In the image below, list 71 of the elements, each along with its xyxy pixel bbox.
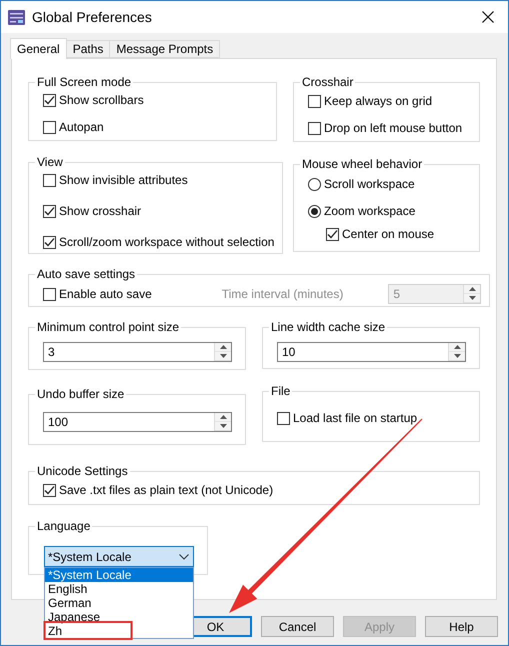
checkbox-label: Show invisible attributes [59, 173, 188, 187]
group-title: Undo buffer size [36, 387, 126, 401]
checkbox[interactable] [43, 174, 56, 186]
group-title: Unicode Settings [36, 464, 129, 478]
down-triangle-icon [220, 354, 226, 358]
up-triangle-icon [220, 345, 226, 349]
checkbox[interactable] [43, 120, 56, 134]
down-triangle-icon [468, 296, 476, 300]
dialog-button[interactable]: Cancel [261, 616, 334, 637]
language-dropdown[interactable]: *System Locale [44, 546, 194, 567]
check-icon [44, 484, 55, 496]
window-title: Global Preferences [32, 9, 153, 25]
checkbox[interactable] [308, 94, 321, 108]
number-field[interactable]: 100 [43, 412, 232, 432]
group-title: Full Screen mode [36, 75, 132, 89]
checkbox-label: Show scrollbars [59, 93, 144, 107]
checkbox-label: Show crosshair [59, 204, 142, 218]
number-field[interactable]: 10 [277, 342, 466, 362]
group-title: Line width cache size [270, 320, 386, 334]
spin-up-button[interactable] [215, 413, 231, 422]
tab[interactable]: General [10, 38, 67, 59]
group-title: Language [36, 519, 92, 533]
down-triangle-icon [454, 354, 460, 358]
check-icon [44, 236, 55, 248]
radio-label: Scroll workspace [324, 177, 415, 191]
checkbox-label: Autopan [59, 120, 104, 134]
number-field[interactable]: 3 [43, 342, 232, 362]
close-icon [482, 11, 494, 23]
checkbox-label: Drop on left mouse button [324, 121, 462, 135]
check-icon [44, 94, 55, 106]
app-icon [8, 10, 25, 24]
checkbox[interactable] [277, 412, 290, 424]
checkbox[interactable] [43, 94, 56, 106]
up-triangle-icon [454, 345, 460, 349]
chevron-icon [179, 554, 189, 560]
up-triangle-icon [468, 287, 476, 291]
spin-down-button[interactable] [449, 352, 465, 361]
tab[interactable]: Message Prompts [109, 40, 220, 58]
spin-down-button[interactable] [215, 422, 231, 431]
checkbox-label: Keep always on grid [324, 94, 432, 108]
field-label: Time interval (minutes) [222, 287, 344, 301]
dialog-button[interactable]: Help [425, 616, 498, 637]
group-title: Auto save settings [36, 267, 136, 281]
radio-label: Zoom workspace [324, 204, 416, 218]
checkbox[interactable] [43, 484, 56, 496]
checkbox[interactable] [308, 122, 321, 134]
group-title: Mouse wheel behavior [301, 157, 424, 171]
radio-button[interactable] [308, 204, 321, 218]
checkbox[interactable] [43, 288, 56, 300]
spin-up-button[interactable] [449, 343, 465, 352]
checkbox[interactable] [43, 204, 56, 218]
group-title: Minimum control point size [36, 320, 180, 334]
check-icon [327, 228, 338, 240]
group-title: Crosshair [301, 75, 354, 89]
group-title: File [270, 384, 292, 398]
checkbox[interactable] [326, 228, 339, 240]
tab[interactable]: Paths [66, 40, 110, 58]
spin-up-button[interactable] [215, 343, 231, 352]
up-triangle-icon [220, 415, 226, 419]
checkbox-label: Save .txt files as plain text (not Unicode) [59, 483, 274, 497]
dropdown-option[interactable]: *System Locale [45, 568, 193, 582]
spin-down-button[interactable] [215, 352, 231, 361]
checkbox-label: Enable auto save [59, 287, 152, 301]
checkbox-label: Scroll/zoom workspace without selection [59, 235, 274, 249]
radio-button[interactable] [308, 178, 321, 190]
checkbox-label: Load last file on startup [293, 411, 418, 425]
group-title: View [36, 155, 64, 169]
check-icon [44, 206, 55, 216]
down-triangle-icon [220, 424, 226, 428]
checkbox[interactable] [43, 236, 56, 248]
checkbox-label: Center on mouse [342, 227, 434, 241]
